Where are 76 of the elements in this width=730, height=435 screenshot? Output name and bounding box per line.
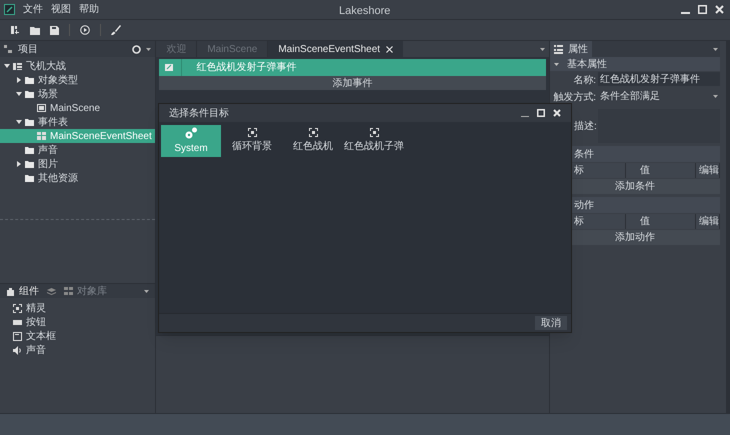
expanded-arrow-icon[interactable] [16,91,22,97]
play-icon[interactable] [80,25,90,35]
dropdown-caret-icon[interactable] [144,290,150,292]
tree-item[interactable]: 声音 [0,143,156,157]
trigger-dropdown[interactable]: 条件全部满足 [598,89,720,103]
tree-item[interactable]: 对象类型 [0,73,156,87]
refresh-icon[interactable] [132,44,142,54]
add-event-button[interactable]: 添加事件 [159,76,546,90]
column-header: 编辑 [696,163,720,178]
properties-icon [554,44,564,54]
panel-title: 项目 [18,42,38,56]
menu-item[interactable]: 帮助 [79,2,99,17]
maximize-icon[interactable] [537,109,545,117]
tree-item[interactable]: 其他资源 [0,171,156,185]
maximize-icon[interactable] [698,5,707,14]
dropdown-caret-icon[interactable] [146,48,152,50]
dropdown-caret-icon[interactable] [540,48,546,51]
dropdown-caret-icon [713,94,718,98]
save-icon[interactable] [50,26,59,34]
button-icon [13,318,22,326]
column-header: 值 [626,214,696,229]
field-label: 描述: [574,120,598,134]
editor-tab[interactable]: MainSceneEventSheet [268,41,404,57]
dialog-title: 选择条件目标 [169,106,229,120]
close-icon[interactable] [553,109,561,117]
layers-icon [47,286,56,296]
brush-icon[interactable] [111,25,121,35]
folder-icon [25,118,34,126]
tree-item[interactable]: 场景 [0,87,156,101]
properties-tab[interactable]: 属性 [550,41,592,57]
field-label: 触发方式: [552,90,598,105]
panel-tab[interactable]: 组件 [6,284,39,298]
document-icon [37,104,46,112]
project-icon [13,62,22,70]
window-title: Lakeshore [339,4,390,19]
expanded-arrow-icon[interactable] [16,119,22,125]
grid-icon [64,286,73,296]
folder-icon[interactable] [30,26,40,34]
frame-icon [370,128,378,137]
component-item[interactable]: 按钮 [0,315,156,329]
tree-item[interactable]: 事件表 [0,115,156,129]
frame-icon [248,128,256,137]
expanded-arrow-icon[interactable] [4,63,10,69]
cancel-button[interactable]: 取消 [535,316,567,330]
dropdown-caret-icon[interactable] [713,48,718,50]
target-item[interactable]: 红色战机子弹 [344,125,404,157]
name-field[interactable]: 红色战机发射子弹事件 [598,72,720,86]
component-item[interactable]: 文本框 [0,329,156,343]
puzzle-icon [6,286,15,296]
collapsed-arrow-icon[interactable] [16,77,22,83]
speaker-icon [13,346,22,354]
menu-item[interactable]: 视图 [51,2,71,17]
frame-icon [13,304,22,312]
tree-item[interactable]: 图片 [0,157,156,171]
textbox-icon [13,332,22,340]
close-icon[interactable] [386,46,394,52]
tree-item[interactable]: MainScene [0,101,156,115]
gears-icon [184,126,198,138]
project-icon [4,45,12,53]
tree-item[interactable]: 飞机大战 [0,59,156,73]
component-item[interactable]: 精灵 [0,301,156,315]
sheet-icon [37,132,46,140]
menu-item[interactable]: 文件 [23,2,43,17]
component-item[interactable]: 声音 [0,343,156,357]
column-header: 编辑 [696,214,720,229]
frame-icon [308,128,318,137]
target-item[interactable]: 红色战机 [283,125,343,157]
collapsed-arrow-icon[interactable] [16,161,22,167]
field-label: 名称: [572,74,598,88]
close-icon[interactable] [715,5,724,14]
column-header: 值 [626,163,696,178]
expanded-arrow-icon[interactable] [554,62,560,66]
app-logo-icon [4,4,15,15]
new-file-icon[interactable] [10,25,20,35]
target-item[interactable]: 循环背景 [222,125,282,157]
group-header[interactable]: 基本属性 [550,57,720,71]
